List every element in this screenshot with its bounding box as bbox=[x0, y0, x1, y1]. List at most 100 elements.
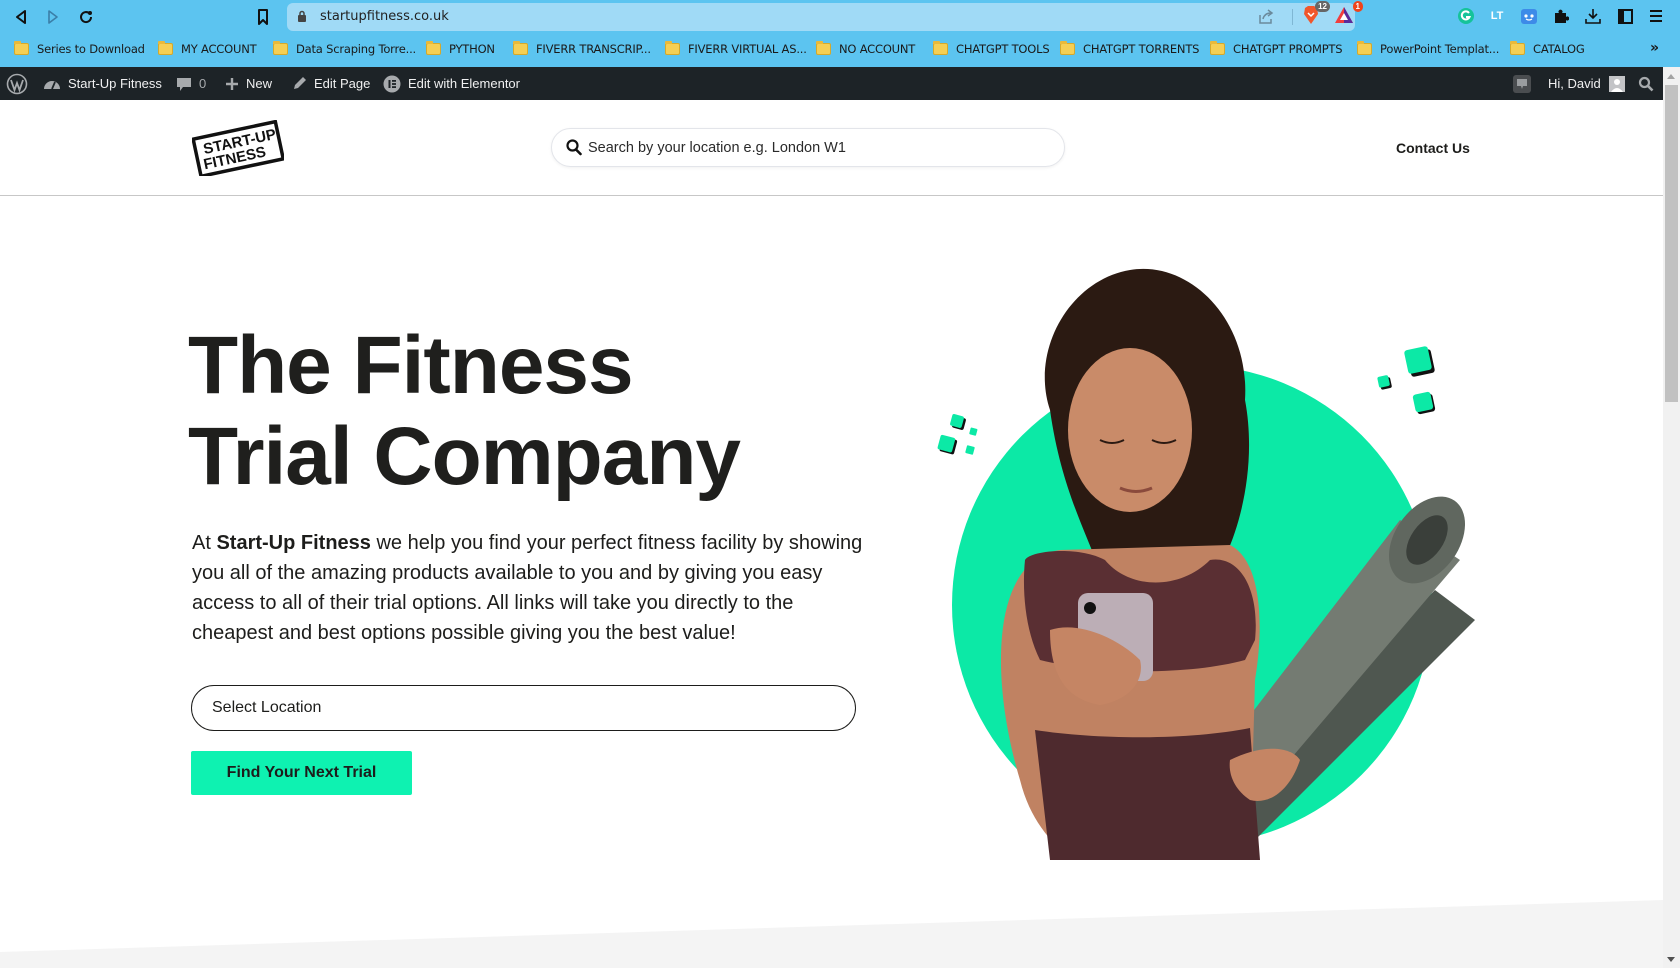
search-icon bbox=[1638, 76, 1654, 91]
bookmarks-bar: Series to Download MY ACCOUNT Data Scrap… bbox=[0, 34, 1680, 67]
user-avatar bbox=[1608, 75, 1625, 92]
forward-button[interactable] bbox=[42, 6, 64, 28]
location-select[interactable]: Select Location bbox=[191, 685, 856, 731]
grammarly-extension[interactable] bbox=[1455, 5, 1477, 27]
hero-illustration bbox=[937, 268, 1475, 860]
extensions-button[interactable] bbox=[1550, 5, 1572, 27]
bookmark-icon bbox=[258, 9, 268, 25]
folder-icon bbox=[1510, 41, 1525, 55]
section-divider bbox=[0, 900, 1663, 968]
reload-button[interactable] bbox=[75, 6, 97, 28]
pencil-icon bbox=[292, 76, 307, 91]
languagetool-extension[interactable]: LT bbox=[1486, 5, 1508, 27]
bookmark-folder[interactable]: CATALOG bbox=[1510, 41, 1585, 56]
folder-icon bbox=[14, 41, 29, 55]
bookmark-folder[interactable]: MY ACCOUNT bbox=[158, 41, 257, 56]
folder-icon bbox=[933, 41, 948, 55]
location-select-value: Select Location bbox=[212, 699, 322, 716]
hamburger-menu-icon bbox=[1650, 10, 1662, 22]
bookmark-folder[interactable]: CHATGPT TOOLS bbox=[933, 41, 1050, 56]
sparkle-icon-left bbox=[937, 414, 978, 455]
scrollbar-thumb[interactable] bbox=[1665, 85, 1678, 402]
bookmark-folder[interactable]: FIVERR VIRTUAL AS... bbox=[665, 41, 807, 56]
browser-menu-button[interactable] bbox=[1645, 5, 1667, 27]
site-logo[interactable]: START-UP FITNESS bbox=[191, 119, 286, 179]
admin-new[interactable]: New bbox=[225, 67, 272, 100]
folder-icon bbox=[426, 41, 441, 55]
hero-title-line2: Trial Company bbox=[188, 411, 741, 502]
brave-shields-button[interactable]: 12 bbox=[1300, 1, 1330, 26]
wp-logo-menu[interactable] bbox=[6, 67, 28, 100]
search-icon bbox=[566, 139, 582, 156]
bookmark-folder[interactable]: CHATGPT TORRENTS bbox=[1060, 41, 1199, 56]
bookmarks-overflow-button[interactable]: » bbox=[1650, 40, 1659, 56]
rewards-count-badge: 1 bbox=[1352, 1, 1363, 12]
bookmark-folder[interactable]: FIVERR TRANSCRIP... bbox=[513, 41, 651, 56]
notification-bubble-icon bbox=[1513, 74, 1531, 93]
bookmark-folder[interactable]: PYTHON bbox=[426, 41, 495, 56]
sparkle-icon-right bbox=[1377, 346, 1436, 415]
folder-icon bbox=[1210, 41, 1225, 55]
scroll-down-arrow-icon[interactable] bbox=[1667, 957, 1675, 962]
bookmark-folder[interactable]: Series to Download bbox=[14, 41, 145, 56]
puzzle-icon bbox=[1555, 9, 1569, 23]
folder-icon bbox=[1357, 41, 1372, 55]
brand-name: Start-Up Fitness bbox=[216, 532, 371, 554]
back-arrow-icon bbox=[16, 10, 26, 24]
location-search-input[interactable] bbox=[588, 137, 1048, 159]
admin-edit-page[interactable]: Edit Page bbox=[292, 67, 370, 100]
dashboard-icon bbox=[43, 76, 61, 92]
back-button[interactable] bbox=[10, 6, 32, 28]
admin-site-name[interactable]: Start-Up Fitness bbox=[43, 67, 162, 100]
admin-edit-elementor[interactable]: Edit with Elementor bbox=[383, 67, 520, 100]
folder-icon bbox=[158, 41, 173, 55]
bookmark-folder[interactable]: CHATGPT PROMPTS bbox=[1210, 41, 1343, 56]
admin-comments[interactable]: 0 bbox=[176, 67, 206, 100]
bookmark-folder[interactable]: PowerPoint Templat... bbox=[1357, 41, 1499, 56]
location-search[interactable] bbox=[551, 128, 1065, 167]
wordpress-icon bbox=[6, 73, 28, 94]
address-bar[interactable]: startupfitness.co.uk 12 1 bbox=[287, 1, 1363, 31]
hero-intro: At Start-Up Fitness we help you find you… bbox=[192, 532, 863, 644]
url-text: startupfitness.co.uk bbox=[320, 9, 449, 24]
admin-search-button[interactable] bbox=[1638, 67, 1654, 100]
hero-title: The Fitness Trial Company bbox=[188, 320, 741, 502]
share-icon[interactable] bbox=[1257, 8, 1275, 25]
admin-account-menu[interactable]: Hi, David bbox=[1548, 67, 1625, 100]
folder-icon bbox=[273, 41, 288, 55]
hero-title-line1: The Fitness bbox=[188, 320, 634, 411]
address-bar-divider bbox=[1292, 9, 1293, 25]
site-header: START-UP FITNESS Contact Us bbox=[0, 100, 1663, 196]
sidebar-toggle-button[interactable] bbox=[1614, 5, 1636, 27]
admin-notifications[interactable] bbox=[1513, 67, 1531, 100]
lock-icon bbox=[298, 10, 306, 22]
bookmark-folder[interactable]: NO ACCOUNT bbox=[816, 41, 915, 56]
bookmark-button[interactable] bbox=[252, 6, 274, 28]
download-icon bbox=[1585, 9, 1601, 24]
plus-icon bbox=[225, 77, 239, 91]
robot-icon bbox=[1521, 9, 1537, 24]
folder-icon bbox=[1060, 41, 1075, 55]
bot-extension[interactable] bbox=[1518, 5, 1540, 27]
browser-toolbar: startupfitness.co.uk 12 1 LT bbox=[0, 0, 1680, 34]
folder-icon bbox=[816, 41, 831, 55]
downloads-button[interactable] bbox=[1582, 5, 1604, 27]
elementor-icon bbox=[383, 75, 401, 93]
languagetool-icon: LT bbox=[1490, 10, 1504, 22]
grammarly-icon bbox=[1458, 8, 1474, 24]
folder-icon bbox=[513, 41, 528, 55]
bookmark-folder[interactable]: Data Scraping Torre... bbox=[273, 41, 416, 56]
folder-icon bbox=[665, 41, 680, 55]
page-scrollbar[interactable] bbox=[1663, 67, 1680, 968]
brave-rewards-triangle-icon bbox=[1335, 7, 1353, 23]
shields-count-badge: 12 bbox=[1315, 1, 1330, 12]
wp-admin-bar: Start-Up Fitness 0 New Edit Page Edit wi… bbox=[0, 67, 1663, 100]
scroll-up-arrow-icon[interactable] bbox=[1667, 74, 1675, 79]
comment-icon bbox=[176, 76, 192, 92]
forward-arrow-icon bbox=[48, 10, 58, 24]
brave-rewards-button[interactable]: 1 bbox=[1333, 1, 1363, 26]
find-trial-button[interactable]: Find Your Next Trial bbox=[191, 751, 412, 795]
sidebar-icon bbox=[1617, 8, 1633, 24]
contact-us-link[interactable]: Contact Us bbox=[1396, 140, 1470, 156]
reload-icon bbox=[80, 11, 93, 24]
